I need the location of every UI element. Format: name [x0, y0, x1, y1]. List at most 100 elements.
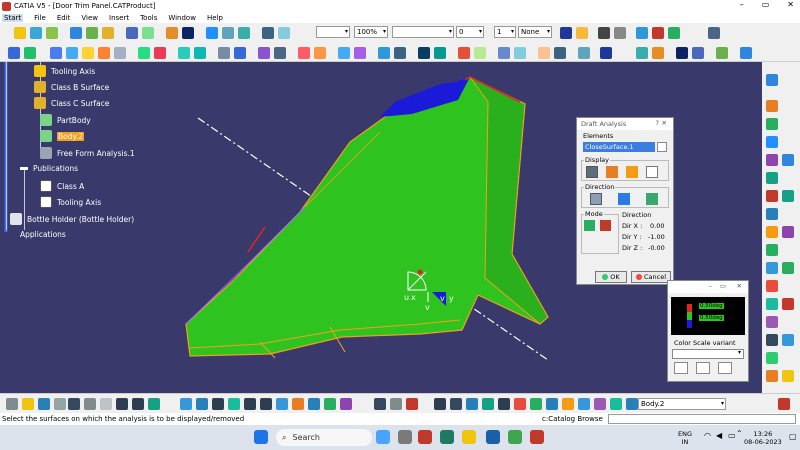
task-view-icon[interactable]	[398, 430, 412, 444]
measure-between-icon[interactable]	[374, 398, 386, 410]
language-indicator[interactable]: ENG IN	[678, 430, 692, 446]
formula-icon[interactable]	[598, 27, 610, 39]
print-icon[interactable]	[54, 398, 66, 410]
full-mode-icon[interactable]	[606, 166, 618, 178]
apply-material-icon[interactable]	[482, 398, 494, 410]
volume-icon[interactable]: ◀	[716, 432, 722, 440]
notification-icon[interactable]: ▢	[789, 433, 797, 441]
scaling-icon[interactable]	[298, 47, 310, 59]
collapse-icon[interactable]	[20, 167, 28, 170]
extrude-icon[interactable]	[70, 27, 82, 39]
paint-icon[interactable]	[576, 27, 588, 39]
surface-icon[interactable]	[178, 47, 190, 59]
tool-icon-7[interactable]	[766, 190, 778, 202]
multi-result-icon[interactable]	[636, 47, 648, 59]
affinity-icon[interactable]	[314, 47, 326, 59]
menu-window[interactable]: Window	[168, 14, 196, 22]
offset-icon[interactable]	[166, 27, 178, 39]
hide-show-icon[interactable]	[692, 47, 704, 59]
3d-viewport[interactable]: u x v v y Tooling Axis Class B Surface C…	[0, 62, 762, 393]
pan-view-icon[interactable]	[212, 398, 224, 410]
style-combo[interactable]: None ▾	[518, 26, 552, 38]
menu-start[interactable]: Start	[2, 13, 24, 22]
tree-node-body2[interactable]: Body.2	[40, 130, 85, 142]
dialog-close-button[interactable]: ✕	[662, 119, 667, 127]
tool-icon-5[interactable]	[766, 154, 778, 166]
cancel-button[interactable]: Cancel	[631, 271, 671, 283]
color-scale-restore[interactable]: ▭	[720, 282, 726, 290]
tree-node-tooling-axis[interactable]: Tooling Axis	[34, 65, 95, 77]
tool-icon-20[interactable]	[782, 226, 794, 238]
edit-scale-button[interactable]	[696, 362, 710, 374]
point-icon[interactable]	[50, 47, 62, 59]
fit-all-in-icon[interactable]	[196, 398, 208, 410]
define-in-work-object-icon[interactable]	[626, 398, 638, 410]
undo-icon[interactable]	[116, 398, 128, 410]
plane-icon[interactable]	[82, 47, 94, 59]
thread-icon[interactable]	[498, 398, 510, 410]
files-app-icon[interactable]	[440, 430, 454, 444]
wifi-icon[interactable]: ◠	[704, 432, 711, 440]
trim-icon[interactable]	[222, 27, 234, 39]
corner-icon[interactable]	[458, 47, 470, 59]
copy-icon[interactable]	[84, 398, 96, 410]
join-icon[interactable]	[182, 27, 194, 39]
tool-icon-12[interactable]	[766, 280, 778, 292]
law-icon[interactable]	[668, 27, 680, 39]
menu-view[interactable]: View	[81, 14, 98, 22]
normal-mode-icon[interactable]	[584, 220, 595, 231]
new-icon[interactable]	[14, 27, 26, 39]
near-icon[interactable]	[652, 47, 664, 59]
menu-edit[interactable]: Edit	[57, 14, 71, 22]
curve-icon[interactable]	[98, 47, 110, 59]
cut-icon[interactable]	[68, 398, 80, 410]
spline-icon[interactable]	[418, 47, 430, 59]
tree-node-class-b-surface[interactable]: Class B Surface	[34, 81, 109, 93]
tool-icon-21[interactable]	[782, 262, 794, 274]
fly-mode-icon[interactable]	[180, 398, 192, 410]
constraint-icon[interactable]	[546, 398, 558, 410]
color-combo[interactable]: ▾	[316, 26, 350, 38]
menu-tools[interactable]: Tools	[140, 14, 157, 22]
fit-all-icon[interactable]	[8, 47, 20, 59]
tool-icon-8[interactable]	[766, 208, 778, 220]
tree-node-free-form-analysis[interactable]: Free Form Analysis.1	[40, 147, 135, 159]
paste-icon[interactable]	[100, 398, 112, 410]
tool-icon-22[interactable]	[782, 298, 794, 310]
tool-icon-16[interactable]	[766, 352, 778, 364]
tree-node-class-a[interactable]: Class A	[40, 180, 84, 192]
quick-view-icon[interactable]	[292, 398, 304, 410]
snap-icon[interactable]	[578, 398, 590, 410]
light-icon[interactable]	[562, 398, 574, 410]
menu-file[interactable]: File	[34, 14, 46, 22]
update-icon[interactable]	[434, 398, 446, 410]
tree-node-class-c-surface[interactable]: Class C Surface	[34, 97, 109, 109]
pointer-icon[interactable]	[450, 398, 462, 410]
battery-icon[interactable]: ▭	[728, 432, 736, 440]
taskbar-search[interactable]: ⌕ Search	[276, 429, 372, 446]
helix-icon[interactable]	[434, 47, 446, 59]
repetition-icon[interactable]	[354, 47, 366, 59]
normal-view-icon[interactable]	[740, 47, 752, 59]
menu-help[interactable]: Help	[207, 14, 223, 22]
inertia-icon[interactable]	[600, 47, 612, 59]
tool-icon-2[interactable]	[766, 100, 778, 112]
sketch-icon[interactable]	[46, 27, 58, 39]
projection-icon[interactable]	[114, 47, 126, 59]
quick-mode-icon[interactable]	[586, 166, 598, 178]
measure-icon[interactable]	[578, 47, 590, 59]
tool-icon-17[interactable]	[766, 370, 778, 382]
sweep-icon[interactable]	[102, 27, 114, 39]
tree-node-bottle-holder[interactable]: Bottle Holder (Bottle Holder)	[10, 213, 134, 225]
new-scale-button[interactable]	[674, 362, 688, 374]
thickness-combo[interactable]: 0 ▾	[456, 26, 484, 38]
fillet-icon[interactable]	[278, 27, 290, 39]
swap-space-icon[interactable]	[340, 398, 352, 410]
help-button[interactable]: ?	[656, 119, 659, 127]
elements-field[interactable]: CloseSurface.1	[583, 142, 655, 152]
catia-taskbar-icon[interactable]	[530, 430, 544, 444]
properties-icon[interactable]	[560, 27, 572, 39]
layer-combo[interactable]: 1 ▾	[494, 26, 516, 38]
publish-icon[interactable]	[708, 27, 720, 39]
catalog-icon[interactable]	[636, 27, 648, 39]
